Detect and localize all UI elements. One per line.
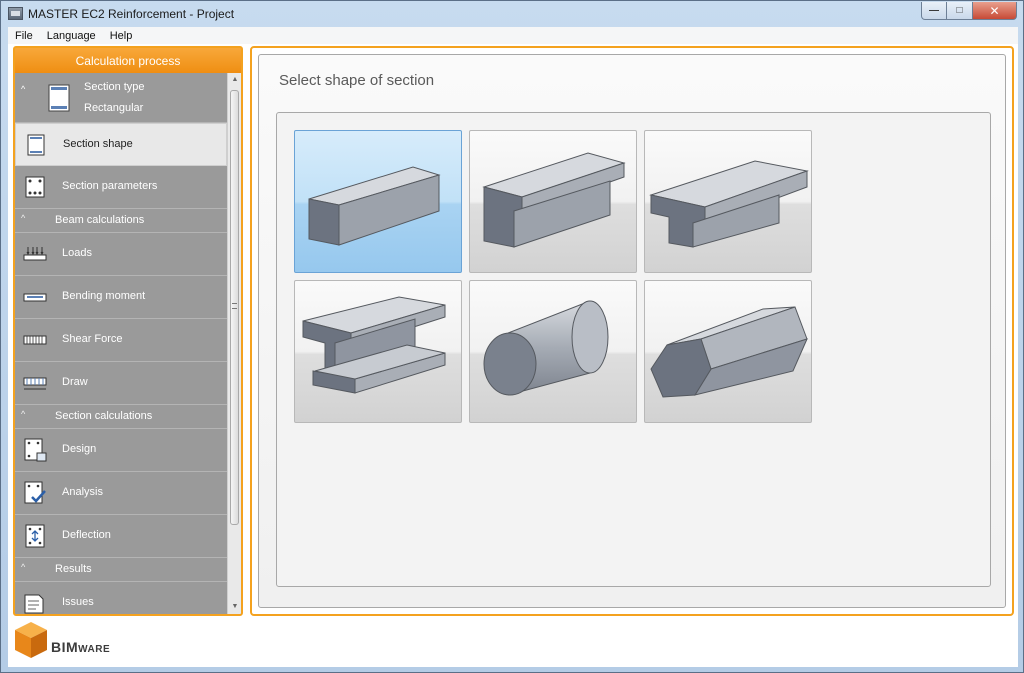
bimware-logo: BIMWARE xyxy=(13,620,133,664)
app-icon xyxy=(8,7,23,20)
group-beam-calculations[interactable]: ^ Beam calculations xyxy=(15,209,227,233)
title-bar: MASTER EC2 Reinforcement - Project — □ ✕ xyxy=(1,1,1023,27)
nav-label: Loads xyxy=(62,247,92,259)
shape-tile-circular[interactable] xyxy=(469,280,637,423)
menu-help[interactable]: Help xyxy=(103,30,140,42)
deflection-icon xyxy=(25,524,45,548)
rectangular-section-icon xyxy=(48,84,70,112)
logo-brand-small: WARE xyxy=(78,644,111,655)
i-beam-icon xyxy=(302,296,446,394)
collapse-caret-icon[interactable]: ^ xyxy=(21,562,25,572)
shape-grid xyxy=(276,112,991,587)
nav-section-shape[interactable]: Section shape xyxy=(15,123,227,166)
menu-bar: File Language Help xyxy=(8,27,1018,44)
group-label: Beam calculations xyxy=(55,214,145,226)
group-section-calculations[interactable]: ^ Section calculations xyxy=(15,405,227,429)
section-parameters-icon xyxy=(25,176,45,198)
issues-icon xyxy=(24,594,44,614)
nav-list: ^ Section type Rectangular Section shape… xyxy=(15,73,227,614)
close-button[interactable]: ✕ xyxy=(973,2,1017,20)
nav-draw[interactable]: Draw xyxy=(15,362,227,405)
nav-bending-moment[interactable]: Bending moment xyxy=(15,276,227,319)
section-shape-icon xyxy=(27,134,45,156)
calculation-process-panel: Calculation process ^ Section type Recta… xyxy=(13,46,243,616)
scroll-thumb[interactable] xyxy=(230,90,239,525)
main-content: Select shape of section xyxy=(258,54,1006,608)
nav-issues[interactable]: Issues xyxy=(15,582,227,614)
circular-beam-icon xyxy=(483,300,609,396)
nav-label: Bending moment xyxy=(62,290,146,302)
rectangular-beam-icon xyxy=(308,166,441,246)
collapse-caret-icon[interactable]: ^ xyxy=(21,213,25,223)
loads-icon xyxy=(23,247,47,261)
nav-deflection[interactable]: Deflection xyxy=(15,515,227,558)
nav-loads[interactable]: Loads xyxy=(15,233,227,276)
draw-icon xyxy=(23,377,47,390)
nav-label: Section parameters xyxy=(62,180,158,192)
page-title: Select shape of section xyxy=(279,72,435,89)
window-controls: — □ ✕ xyxy=(921,2,1017,20)
nav-label: Shear Force xyxy=(62,333,123,345)
design-icon xyxy=(24,438,47,462)
analysis-icon xyxy=(24,481,46,504)
shape-tile-rectangular[interactable] xyxy=(294,130,462,273)
maximize-button[interactable]: □ xyxy=(947,2,973,20)
nav-scrollbar[interactable]: ▲ ▼ xyxy=(227,73,241,614)
scroll-down-icon[interactable]: ▼ xyxy=(228,600,241,614)
nav-label: Draw xyxy=(62,376,88,388)
nav-label: Issues xyxy=(62,596,94,608)
nav-design[interactable]: Design xyxy=(15,429,227,472)
app-window: MASTER EC2 Reinforcement - Project — □ ✕… xyxy=(0,0,1024,673)
menu-language[interactable]: Language xyxy=(40,30,103,42)
section-type-value: Rectangular xyxy=(84,102,144,114)
shear-force-icon xyxy=(23,335,47,345)
l-beam-icon xyxy=(482,152,626,248)
group-label: Results xyxy=(55,563,92,575)
menu-file[interactable]: File xyxy=(8,30,40,42)
main-panel: Select shape of section xyxy=(250,46,1014,616)
nav-shear-force[interactable]: Shear Force xyxy=(15,319,227,362)
shape-tile-t-shape[interactable] xyxy=(644,130,812,273)
nav-section-parameters[interactable]: Section parameters xyxy=(15,166,227,209)
bimware-cube-icon xyxy=(15,622,47,658)
minimize-button[interactable]: — xyxy=(921,2,947,20)
nav-analysis[interactable]: Analysis xyxy=(15,472,227,515)
nav-label: Design xyxy=(62,443,97,455)
shape-tile-polygonal[interactable] xyxy=(644,280,812,423)
shape-tile-l-shape[interactable] xyxy=(469,130,637,273)
logo-brand: BIM xyxy=(51,639,79,655)
section-type-label: Section type xyxy=(84,81,145,93)
collapse-caret-icon[interactable]: ^ xyxy=(21,409,25,419)
scroll-grip-icon xyxy=(232,303,237,309)
collapse-caret-icon[interactable]: ^ xyxy=(21,84,25,94)
group-results[interactable]: ^ Results xyxy=(15,558,227,582)
bending-moment-icon xyxy=(23,293,47,302)
window-title: MASTER EC2 Reinforcement - Project xyxy=(28,7,235,21)
logo-text: BIMWARE xyxy=(51,639,110,655)
nav-label: Section shape xyxy=(63,138,133,150)
shape-tile-i-beam[interactable] xyxy=(294,280,462,423)
client-area: Calculation process ^ Section type Recta… xyxy=(8,44,1018,667)
nav-label: Analysis xyxy=(62,486,103,498)
group-label: Section calculations xyxy=(55,410,153,422)
polygonal-beam-icon xyxy=(650,306,808,398)
t-beam-icon xyxy=(649,160,809,248)
section-type-group[interactable]: ^ Section type Rectangular xyxy=(15,73,227,123)
nav-label: Deflection xyxy=(62,529,111,541)
scroll-up-icon[interactable]: ▲ xyxy=(228,73,241,87)
panel-header: Calculation process xyxy=(15,48,241,73)
